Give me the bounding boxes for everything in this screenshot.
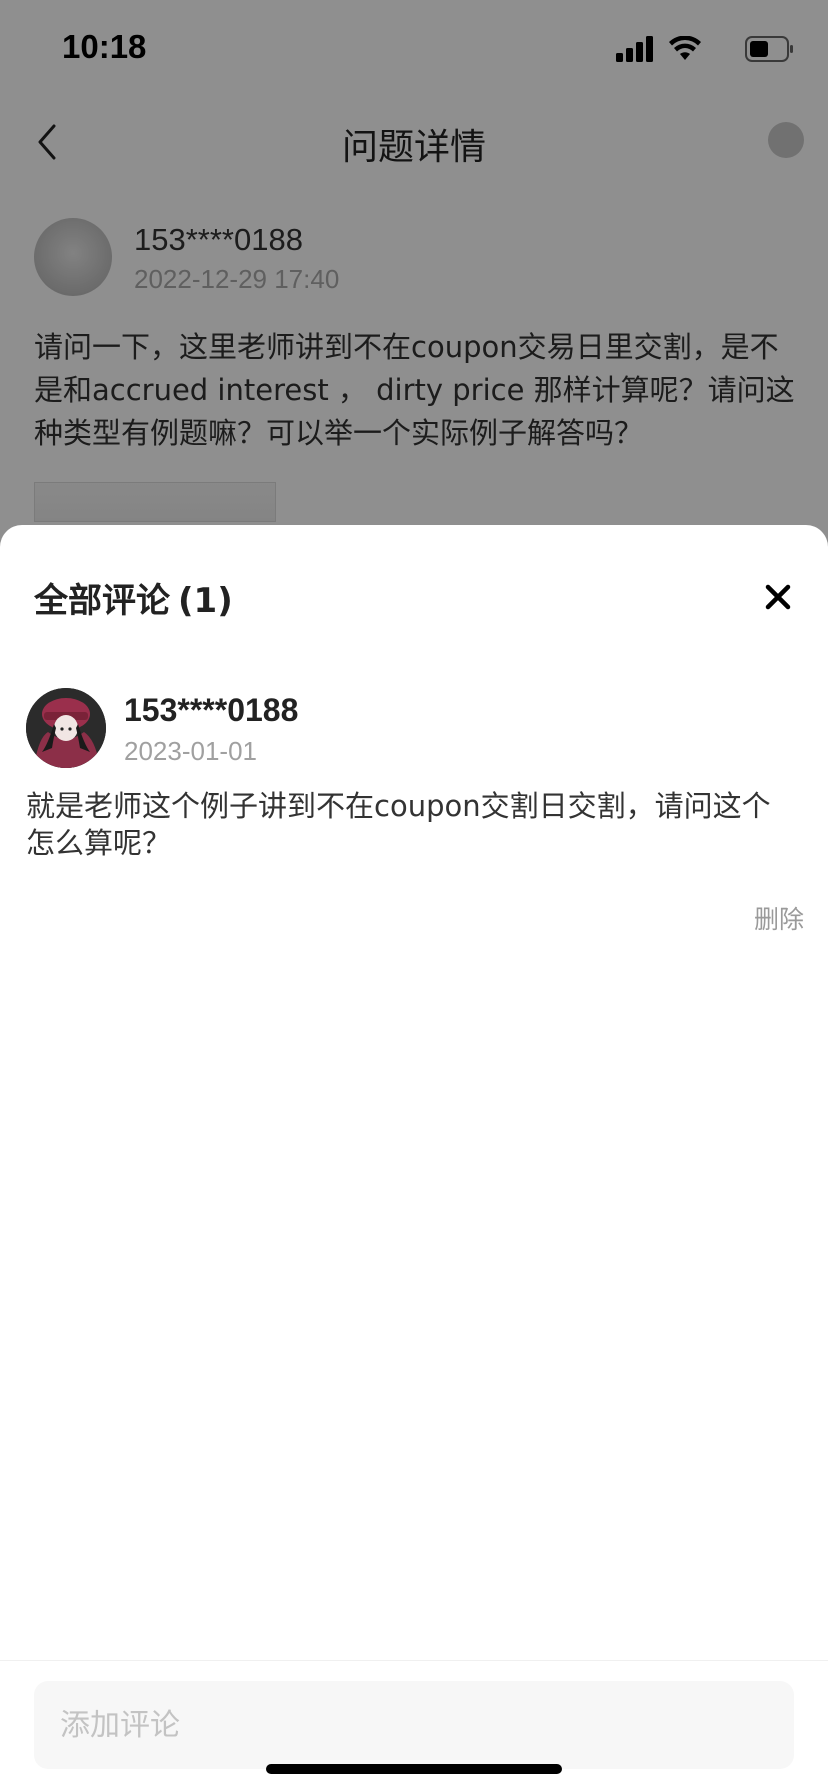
comment-author-name: 153****0188	[124, 692, 299, 728]
comment-input[interactable]	[34, 1681, 794, 1769]
avatar-girl-icon	[26, 688, 106, 768]
comment-count: (1)	[178, 581, 233, 621]
sheet-title: 全部评论 (1)	[34, 573, 233, 622]
avatar[interactable]	[26, 688, 106, 768]
sheet-title-label: 全部评论	[34, 581, 170, 621]
delete-button[interactable]: 删除	[754, 900, 804, 936]
comment-date: 2023-01-01	[124, 736, 257, 766]
comment-text: 就是老师这个例子讲到不在coupon交割日交割，请问这个怎么算呢？	[26, 789, 771, 860]
comments-sheet: 全部评论 (1) 153****0188 2023-01-01 就是老师这个例子讲…	[0, 525, 828, 1792]
home-indicator	[266, 1764, 562, 1774]
close-icon[interactable]	[758, 577, 798, 617]
